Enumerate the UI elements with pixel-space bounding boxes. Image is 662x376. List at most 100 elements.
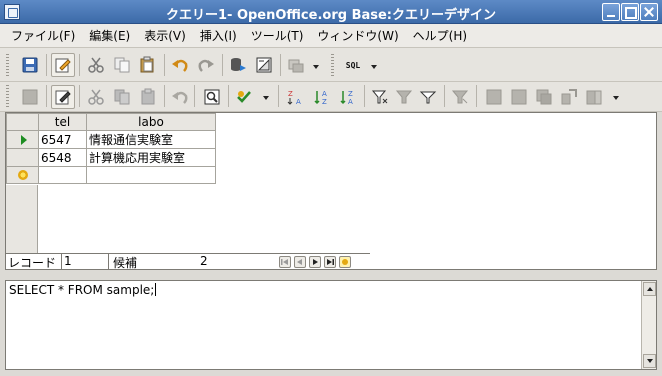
next-record-button[interactable] [309,256,321,268]
row-header[interactable] [6,166,39,184]
toolbar-grip[interactable] [6,54,9,76]
table-row[interactable]: 6547 情報通信実験室 [6,130,216,149]
mail-merge-button[interactable] [532,85,556,109]
menu-window[interactable]: ウィンドウ(W) [310,27,405,44]
undo-data-button[interactable] [168,85,192,109]
current-row-arrow-icon [21,135,27,145]
copy-icon [114,57,130,73]
sql-editor-content[interactable]: SELECT * FROM sample; [9,283,157,297]
edit-mode-button[interactable] [51,53,75,77]
add-table-button[interactable] [284,53,308,77]
toolbar-separator [476,85,477,107]
menu-view[interactable]: 表示(V) [137,27,193,44]
spellcheck-dropdown[interactable] [262,93,269,103]
cell-labo-new[interactable] [86,166,216,184]
toolbar-separator [364,85,365,107]
new-record-button[interactable] [339,256,351,268]
svg-text:Z: Z [288,90,293,98]
svg-text:A: A [296,98,301,106]
find-record-button[interactable] [200,85,224,109]
remove-filter-button[interactable] [448,85,472,109]
mail-merge-icon [536,89,552,105]
sort-descending-button[interactable]: ZA [336,85,360,109]
sql-text: SELECT * FROM sample; [9,283,155,297]
corner-cell[interactable] [6,113,39,131]
maximize-button[interactable] [621,3,639,21]
copy-button[interactable] [110,53,134,77]
minimize-button[interactable] [602,3,620,21]
menu-insert[interactable]: 挿入(I) [193,27,244,44]
cell-labo[interactable]: 計算機応用実験室 [86,148,216,167]
cell-tel[interactable]: 6547 [38,130,87,149]
save-button[interactable] [18,53,42,77]
toolbar-separator [278,85,279,107]
data-to-text-button[interactable] [482,85,506,109]
cell-labo[interactable]: 情報通信実験室 [86,130,216,149]
paste-icon [140,56,154,73]
copy-icon [114,89,130,105]
sql-editor[interactable]: SELECT * FROM sample; [5,280,657,370]
toolbar-separator [46,85,47,107]
cell-tel[interactable]: 6548 [38,148,87,167]
menu-tools[interactable]: ツール(T) [244,27,311,44]
previous-record-button[interactable] [294,256,306,268]
column-header-tel[interactable]: tel [38,113,87,131]
save-record-button[interactable] [18,85,42,109]
sort-ascending-button[interactable]: AZ [310,85,334,109]
paste-data-button[interactable] [136,85,160,109]
standard-filter-button[interactable] [416,85,440,109]
new-record-row[interactable] [6,166,216,184]
cut-button[interactable] [84,53,108,77]
undo-button[interactable] [168,53,192,77]
toolbar-separator [164,85,165,107]
table-header-row: tel labo [6,113,216,131]
toolbar-separator [79,54,80,76]
cell-tel-new[interactable] [38,166,87,184]
first-record-button[interactable] [279,256,291,268]
menu-help[interactable]: ヘルプ(H) [406,27,474,44]
add-table-dropdown[interactable] [312,62,319,72]
record-navigation-bar: レコード 1 候補 2 [6,253,370,270]
redo-button[interactable] [194,53,218,77]
design-view-button[interactable] [252,53,276,77]
row-header[interactable] [6,130,39,149]
menu-edit[interactable]: 編集(E) [82,27,137,44]
last-record-button[interactable] [324,256,336,268]
copy-data-button[interactable] [110,85,134,109]
current-record-field[interactable]: 1 [61,254,109,269]
menu-file[interactable]: ファイル(F) [4,27,82,44]
data-to-fields-button[interactable] [507,85,531,109]
run-query-button[interactable] [226,53,250,77]
vertical-scrollbar[interactable] [641,281,656,369]
sql-mode-button[interactable]: SQL [341,53,365,77]
scissors-icon [88,57,104,73]
record-count: 2 [200,254,208,268]
next-record-icon [313,259,318,265]
toolbar-grip[interactable] [331,54,334,76]
title-bar: クエリー1- OpenOffice.org Base:クエリーデザイン [0,0,662,24]
explorer-button[interactable] [582,85,606,109]
edit-data-icon [55,90,71,105]
sort-ascending-icon: AZ [314,90,327,106]
paste-button[interactable] [136,53,160,77]
row-header[interactable] [6,148,39,167]
close-button[interactable] [640,3,658,21]
sql-dropdown[interactable] [370,62,377,72]
cut-data-button[interactable] [84,85,108,109]
autofilter-icon [371,90,388,104]
autofilter-button[interactable] [368,85,392,109]
last-record-icon [327,259,334,265]
toolbar-overflow-dropdown[interactable] [612,93,619,103]
toolbar-separator [79,85,80,107]
edit-data-button[interactable] [51,85,75,109]
scroll-up-button[interactable] [643,282,656,296]
standard-toolbar: SQL [0,48,662,82]
table-row[interactable]: 6548 計算機応用実験室 [6,148,216,167]
sort-button[interactable]: ZA [284,85,308,109]
scroll-down-button[interactable] [643,354,656,368]
spellcheck-button[interactable] [232,85,256,109]
data-source-button[interactable] [557,85,581,109]
column-header-labo[interactable]: labo [86,113,216,131]
toolbar-grip[interactable] [6,85,9,107]
apply-filter-button[interactable] [392,85,416,109]
